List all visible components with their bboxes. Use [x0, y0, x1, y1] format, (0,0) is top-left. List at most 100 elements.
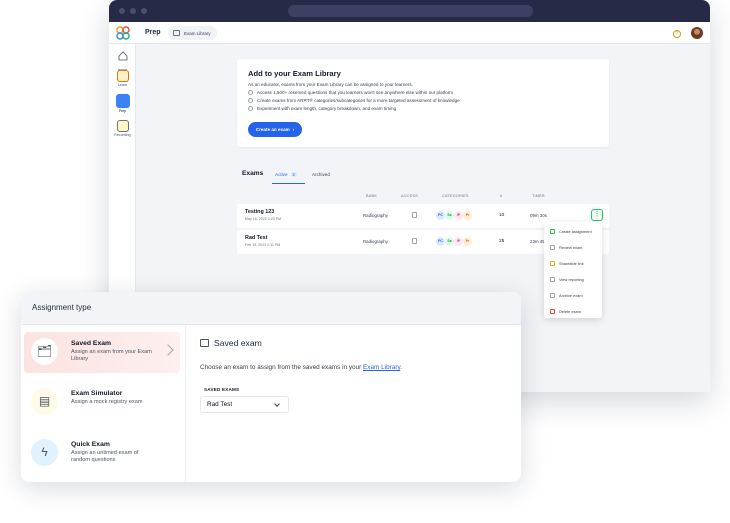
exam-date: May 16, 2023 3:23 PM — [245, 217, 282, 221]
saved-exam-icon: 🗂 — [36, 344, 53, 358]
category-badge: Sa — [445, 237, 454, 246]
assignment-type-panel: Assignment type 🗂 Saved Exam Assign an e… — [21, 292, 521, 482]
type-description: Assign a mock registry exam — [71, 399, 143, 405]
app-header: Prep Exam Library ? — [109, 22, 710, 44]
list-item: Experiment with exam length, category br… — [248, 106, 396, 111]
button-label: Create an exam — [255, 127, 290, 132]
exam-date: Feb 15, 2023 2:11 PM — [245, 243, 281, 247]
breadcrumb[interactable]: Exam Library — [168, 26, 217, 40]
category-badge: PC — [436, 211, 445, 220]
check-circle-icon — [248, 90, 253, 95]
type-option-quick-exam[interactable]: ϟ Quick Exam Assign an untimed exam of r… — [24, 433, 180, 474]
question-count: 10 — [499, 213, 505, 218]
bullet-text: Experiment with exam length, category br… — [257, 106, 397, 111]
category-badge: IP — [454, 237, 463, 246]
saved-exam-select[interactable]: Rad Test — [200, 396, 289, 413]
library-icon — [173, 30, 180, 36]
breadcrumb-label: Exam Library — [184, 30, 211, 36]
menu-item-label: Shareable link — [559, 261, 584, 266]
type-name: Saved Exam — [71, 340, 112, 347]
create-exam-button[interactable]: Create an exam › — [248, 122, 302, 137]
link-icon — [550, 261, 555, 266]
menu-item-label: Archive exam — [559, 293, 583, 298]
category-badge: Sa — [445, 211, 454, 220]
sidebar-item-label: Prep — [118, 109, 127, 113]
lightning-icon: ϟ — [41, 445, 48, 459]
column-header[interactable]: BANK — [366, 194, 377, 198]
type-option-saved-exam[interactable]: 🗂 Saved Exam Assign an exam from your Ex… — [24, 332, 180, 373]
detail-text: . — [400, 364, 402, 371]
exam-actions-menu: Create assignment Review exam Shareable … — [544, 222, 602, 318]
menu-item-view-reporting[interactable]: View reporting — [550, 277, 584, 282]
menu-item-review-exam[interactable]: Review exam — [550, 245, 582, 250]
exam-timer: 09m 30s — [530, 213, 547, 218]
category-badge: IP — [454, 211, 463, 220]
home-icon — [118, 51, 127, 61]
sidebar-item-learn[interactable]: Learn — [109, 70, 136, 87]
prep-icon — [115, 94, 130, 108]
recording-icon — [116, 120, 129, 132]
exam-name[interactable]: Rad Test — [245, 235, 267, 241]
review-icon — [550, 245, 555, 250]
card-description: As an educator, exams from your Exam Lib… — [248, 82, 413, 87]
category-badge: Pr — [463, 237, 472, 246]
menu-item-archive-exam[interactable]: Archive exam — [550, 293, 583, 298]
assignment-icon — [550, 229, 555, 234]
count-badge: 2 — [290, 172, 297, 177]
column-header[interactable]: TIMER — [532, 194, 545, 198]
field-label: SAVED EXAMS — [204, 387, 240, 392]
avatar[interactable] — [691, 27, 703, 39]
help-icon[interactable]: ? — [673, 30, 681, 38]
column-header[interactable]: # — [500, 194, 502, 198]
menu-item-label: View reporting — [559, 277, 584, 282]
simulator-icon: ▤ — [38, 394, 51, 408]
window-dot-icon[interactable] — [119, 8, 125, 14]
bullet-text: Access 1,500+ reserved questions that yo… — [257, 90, 454, 95]
archive-icon — [550, 293, 555, 298]
menu-item-create-assignment[interactable]: Create assignment — [550, 229, 592, 234]
menu-item-shareable-link[interactable]: Shareable link — [550, 261, 584, 266]
select-value: Rad Test — [207, 401, 233, 408]
exam-library-link[interactable]: Exam Library — [363, 364, 400, 371]
menu-item-label: Delete exam — [559, 309, 581, 314]
add-library-card: Add to your Exam Library As an educator,… — [237, 59, 609, 147]
tab-label: Active — [275, 172, 288, 177]
window-dot-icon[interactable] — [130, 8, 136, 14]
page-title: Prep — [145, 29, 161, 36]
type-name: Exam Simulator — [71, 390, 123, 397]
type-description: Assign an untimed exam of random questio… — [71, 450, 139, 463]
tab-active[interactable]: Active 2 — [275, 172, 297, 177]
lock-icon — [412, 238, 417, 244]
lock-icon — [412, 212, 417, 218]
type-description: Assign an exam from your Exam Library — [71, 349, 152, 362]
tab-archived[interactable]: Archived — [312, 172, 330, 177]
column-header[interactable]: ACCESS — [401, 194, 418, 198]
sidebar-item-recording[interactable]: Recording — [109, 120, 136, 137]
more-options-icon[interactable]: ⋮ — [591, 209, 603, 221]
list-item: Access 1,500+ reserved questions that yo… — [248, 90, 453, 95]
chevron-right-icon — [162, 344, 174, 356]
exam-name[interactable]: Testing 123 — [245, 209, 274, 215]
menu-item-delete-exam[interactable]: Delete exam — [550, 309, 581, 314]
detail-text: Choose an exam to assign from the saved … — [200, 364, 364, 371]
check-circle-icon — [248, 98, 253, 103]
sidebar-item-home[interactable]: Home — [109, 49, 136, 72]
saved-exam-icon — [200, 339, 209, 347]
card-title: Add to your Exam Library — [248, 69, 341, 78]
brand-logo-icon[interactable] — [116, 26, 130, 40]
column-header[interactable]: CATEGORIES — [442, 194, 469, 198]
window-dot-icon[interactable] — [141, 8, 147, 14]
sidebar-item-label: Recording — [114, 133, 131, 137]
category-badge: PC — [436, 237, 445, 246]
url-bar[interactable] — [288, 5, 533, 17]
sidebar-item-label: Learn — [117, 83, 128, 87]
sidebar-item-prep[interactable]: Prep — [109, 94, 136, 113]
exam-bank: Radiography — [363, 213, 388, 218]
check-circle-icon — [248, 106, 253, 111]
type-option-exam-simulator[interactable]: ▤ Exam Simulator Assign a mock registry … — [24, 382, 180, 423]
assignment-type-list: 🗂 Saved Exam Assign an exam from your Ex… — [21, 325, 186, 482]
category-badge: Pr — [463, 211, 472, 220]
type-name: Quick Exam — [71, 441, 110, 448]
menu-item-label: Review exam — [559, 245, 583, 250]
exam-bank: Radiography — [363, 239, 388, 244]
